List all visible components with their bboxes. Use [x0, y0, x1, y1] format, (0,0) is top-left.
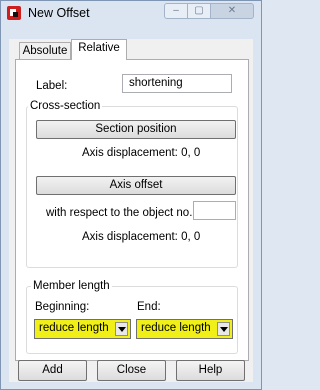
close-icon: ✕ — [227, 5, 237, 16]
section-position-button[interactable]: Section position — [36, 120, 236, 139]
relative-tab-panel: Label: shortening Cross-section Section … — [15, 59, 249, 361]
close-button[interactable]: Close — [97, 360, 166, 381]
member-length-legend: Member length — [31, 280, 112, 292]
beginning-select-value: reduce length — [39, 322, 109, 334]
minimize-icon: – — [173, 5, 179, 16]
window-title: New Offset — [28, 6, 90, 20]
maximize-icon: ▢ — [194, 5, 204, 16]
label-input[interactable]: shortening — [122, 74, 232, 93]
add-button[interactable]: Add — [18, 360, 87, 381]
chevron-down-icon[interactable] — [217, 322, 230, 336]
axis-offset-button[interactable]: Axis offset — [36, 176, 236, 195]
chevron-down-icon[interactable] — [115, 322, 128, 336]
cross-section-legend: Cross-section — [28, 100, 103, 112]
title-bar[interactable]: New Offset – ▢ ✕ — [1, 1, 261, 27]
label-field-label: Label: — [36, 80, 68, 92]
end-select-value: reduce length — [141, 322, 211, 334]
object-no-label: with respect to the object no.: — [46, 207, 196, 219]
end-label: End: — [137, 301, 161, 313]
tab-relative[interactable]: Relative — [71, 39, 127, 60]
beginning-label: Beginning: — [35, 301, 90, 313]
dialog-client: Absolute Relative Label: shortening Cros… — [9, 39, 253, 382]
axis-displacement-text-1: Axis displacement: 0, 0 — [82, 147, 201, 159]
help-button[interactable]: Help — [176, 360, 245, 381]
object-no-input[interactable] — [193, 201, 236, 220]
tab-absolute[interactable]: Absolute — [19, 42, 71, 60]
close-window-button[interactable]: ✕ — [210, 3, 254, 19]
axis-displacement-text-2: Axis displacement: 0, 0 — [82, 231, 201, 243]
beginning-select[interactable]: reduce length — [34, 319, 131, 339]
dialog-window: New Offset – ▢ ✕ Absolute Relative Label… — [0, 0, 262, 390]
end-select[interactable]: reduce length — [136, 319, 233, 339]
app-icon — [7, 6, 21, 20]
minimize-button[interactable]: – — [164, 3, 188, 19]
maximize-button[interactable]: ▢ — [187, 3, 211, 19]
